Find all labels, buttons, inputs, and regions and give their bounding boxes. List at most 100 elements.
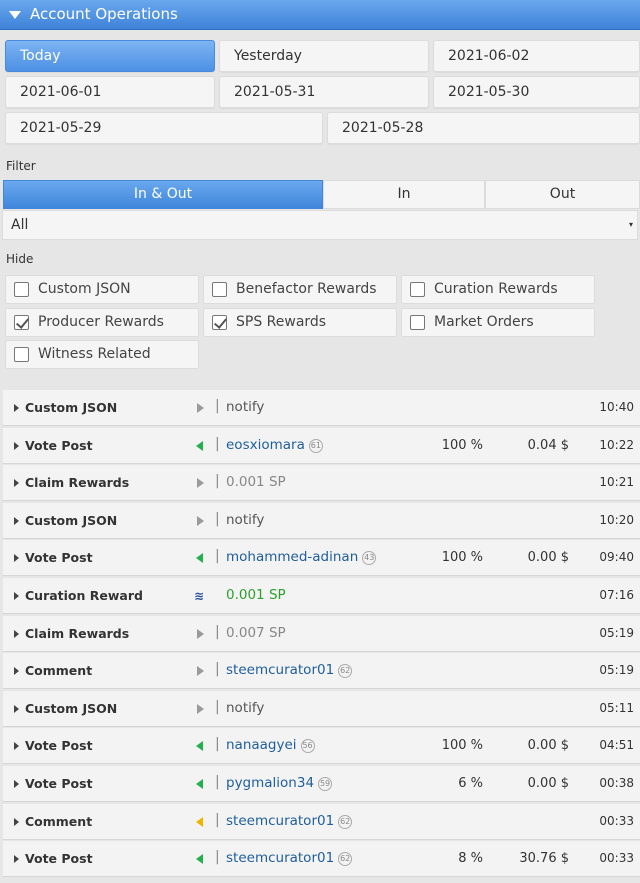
operation-row[interactable]: Claim Rewards | 0.007 SP 05:19 [3, 616, 640, 652]
filter-in-tab[interactable]: In [323, 180, 485, 209]
expand-arrow-icon[interactable] [14, 554, 19, 562]
operation-type: Comment [25, 663, 93, 678]
hide-witness-related-checkbox[interactable]: Witness Related [5, 340, 199, 369]
operation-detail: notify [226, 700, 264, 716]
operation-type: Custom JSON [25, 400, 118, 415]
account-link[interactable]: pygmalion34 59 [226, 775, 333, 791]
operation-row[interactable]: Custom JSON | notify 05:11 [3, 691, 640, 727]
vote-weight: 100 % [441, 438, 483, 453]
detail-text: notify [226, 700, 265, 716]
checkbox-icon[interactable] [212, 282, 227, 297]
operation-row[interactable]: Curation Reward ≋ 0.001 SP 07:16 [3, 578, 640, 614]
vote-value: 0.00 $ [527, 738, 569, 753]
account-link[interactable]: nanaagyei 56 [226, 737, 315, 753]
checkbox-icon[interactable] [14, 347, 29, 362]
hide-benefactor-rewards-checkbox[interactable]: Benefactor Rewards [203, 275, 397, 304]
expand-arrow-icon[interactable] [14, 705, 19, 713]
expand-arrow-icon[interactable] [14, 442, 19, 450]
date-button[interactable]: 2021-06-02 [433, 40, 640, 72]
checkbox-icon[interactable] [410, 282, 425, 297]
checkbox-checked-icon[interactable] [212, 315, 227, 330]
detail-text[interactable]: pygmalion34 [226, 775, 314, 791]
separator: | [215, 511, 220, 527]
reputation-badge: 59 [318, 777, 333, 791]
account-link[interactable]: steemcurator01 62 [226, 850, 353, 866]
operation-type-select[interactable]: All ▾ [2, 210, 638, 240]
reputation-badge: 56 [300, 739, 315, 753]
detail-text[interactable]: nanaagyei [226, 737, 297, 753]
expand-arrow-icon[interactable] [14, 742, 19, 750]
expand-arrow-icon[interactable] [14, 517, 19, 525]
filter-out-tab[interactable]: Out [485, 180, 640, 209]
date-button[interactable]: 2021-05-28 [327, 112, 640, 144]
collapse-triangle-icon[interactable] [9, 11, 21, 19]
checkbox-checked-icon[interactable] [14, 315, 29, 330]
direction-in-icon [196, 741, 203, 751]
detail-text: notify [226, 399, 265, 415]
separator: | [215, 436, 220, 452]
direction-neutral-icon [197, 666, 204, 676]
operation-row[interactable]: Vote Post | pygmalion34 59 6 % 0.00 $ 00:38 [3, 766, 640, 802]
direction-neutral-icon [197, 516, 204, 526]
operation-row[interactable]: Custom JSON | notify 10:40 [3, 390, 640, 426]
operation-row[interactable]: Comment | steemcurator01 62 05:19 [3, 653, 640, 689]
hide-curation-rewards-checkbox[interactable]: Curation Rewards [401, 275, 595, 304]
operation-time: 05:19 [599, 626, 634, 640]
checkbox-icon[interactable] [14, 282, 29, 297]
operation-row[interactable]: Comment | steemcurator01 62 00:33 [3, 804, 640, 840]
date-button[interactable]: 2021-05-29 [5, 112, 323, 144]
reputation-badge: 61 [308, 439, 323, 453]
direction-out-icon [196, 817, 203, 827]
expand-arrow-icon[interactable] [14, 479, 19, 487]
hide-custom-json-checkbox[interactable]: Custom JSON [5, 275, 199, 304]
detail-text[interactable]: steemcurator01 [226, 813, 334, 829]
date-yesterday-button[interactable]: Yesterday [219, 40, 429, 72]
detail-text[interactable]: steemcurator01 [226, 662, 334, 678]
checkbox-icon[interactable] [410, 315, 425, 330]
reputation-badge: 62 [338, 664, 353, 678]
operation-row[interactable]: Vote Post | mohammed-adinan 43 100 % 0.00 $ 09… [3, 540, 640, 576]
expand-arrow-icon[interactable] [14, 404, 19, 412]
reputation-badge: 62 [338, 852, 353, 866]
date-button[interactable]: 2021-05-31 [219, 76, 429, 108]
expand-arrow-icon[interactable] [14, 592, 19, 600]
filter-in-out-tab[interactable]: In & Out [3, 180, 323, 209]
date-button[interactable]: 2021-06-01 [5, 76, 215, 108]
account-link[interactable]: eosxiomara 61 [226, 437, 323, 453]
operation-row[interactable]: Vote Post | eosxiomara 61 100 % 0.04 $ 10:22 [3, 428, 640, 464]
expand-arrow-icon[interactable] [14, 818, 19, 826]
expand-arrow-icon[interactable] [14, 780, 19, 788]
reputation-badge: 43 [362, 551, 377, 565]
account-operations-header[interactable]: Account Operations [0, 0, 640, 30]
hide-producer-rewards-checkbox[interactable]: Producer Rewards [5, 308, 199, 337]
direction-neutral-icon [197, 629, 204, 639]
operation-type: Vote Post [25, 776, 93, 791]
hide-label: Hide [6, 252, 34, 266]
detail-text[interactable]: mohammed-adinan [226, 549, 358, 565]
operation-row[interactable]: Claim Rewards | 0.001 SP 10:21 [3, 465, 640, 501]
expand-arrow-icon[interactable] [14, 630, 19, 638]
operation-row[interactable]: Vote Post | nanaagyei 56 100 % 0.00 $ 04:51 [3, 728, 640, 764]
detail-text[interactable]: eosxiomara [226, 437, 305, 453]
operation-time: 05:19 [599, 663, 634, 677]
hide-market-orders-checkbox[interactable]: Market Orders [401, 308, 595, 337]
date-button[interactable]: 2021-05-30 [433, 76, 640, 108]
account-link[interactable]: steemcurator01 62 [226, 662, 353, 678]
operation-type: Vote Post [25, 438, 93, 453]
expand-arrow-icon[interactable] [14, 855, 19, 863]
operation-time: 10:40 [599, 400, 634, 414]
date-today-button[interactable]: Today [5, 40, 215, 72]
account-link[interactable]: mohammed-adinan 43 [226, 549, 377, 565]
detail-text[interactable]: steemcurator01 [226, 850, 334, 866]
operation-type: Vote Post [25, 738, 93, 753]
checkbox-label: Market Orders [434, 314, 534, 330]
account-link[interactable]: steemcurator01 62 [226, 813, 353, 829]
operation-type: Claim Rewards [25, 475, 130, 490]
expand-arrow-icon[interactable] [14, 667, 19, 675]
operation-row[interactable]: Vote Post | steemcurator01 62 8 % 30.76 $ 00:3… [3, 841, 640, 877]
vote-value: 30.76 $ [519, 851, 569, 866]
operation-row[interactable]: Custom JSON | notify 10:20 [3, 503, 640, 539]
checkbox-label: Benefactor Rewards [236, 281, 377, 297]
operation-time: 10:22 [599, 438, 634, 452]
hide-sps-rewards-checkbox[interactable]: SPS Rewards [203, 308, 397, 337]
